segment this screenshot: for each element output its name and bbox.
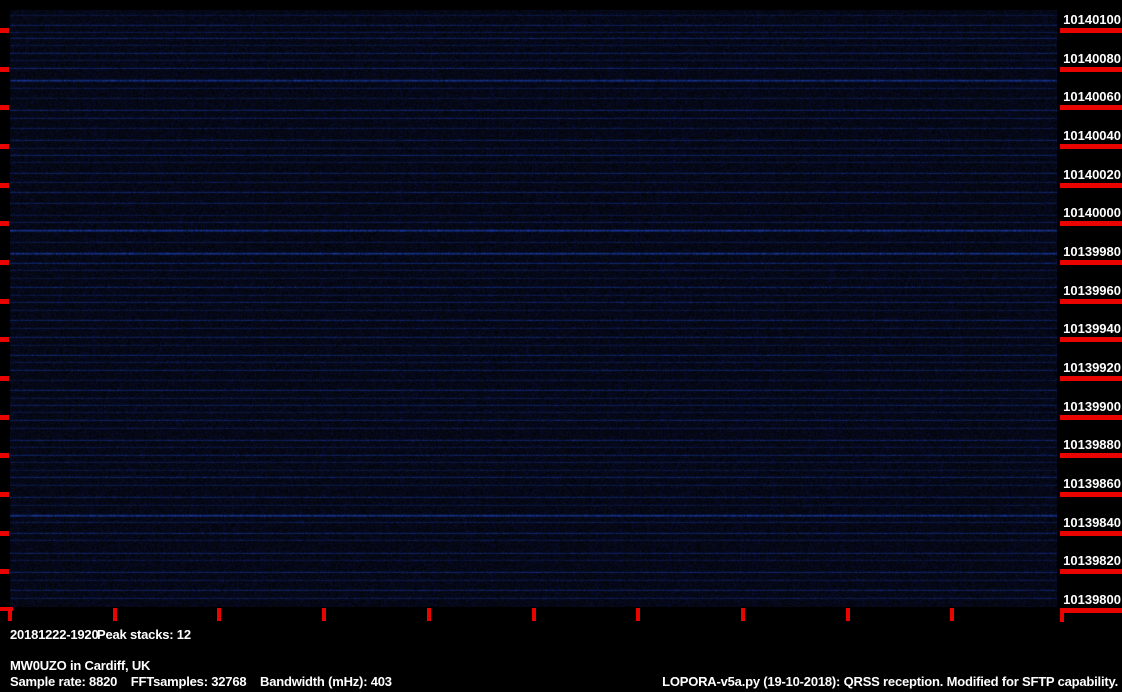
left-tick xyxy=(0,183,9,188)
freq-tick-label: 10139940 xyxy=(1063,321,1121,336)
qrss-grabber-screen: 10140100 10140080 10140060 10140040 10140020… xyxy=(0,0,1122,692)
freq-tick-bar xyxy=(1060,531,1122,536)
left-tick xyxy=(0,453,9,458)
freq-tick-bar xyxy=(1060,260,1122,265)
freq-tick-bar xyxy=(1060,183,1122,188)
left-tick xyxy=(0,221,9,226)
freq-tick-bar xyxy=(1060,608,1122,613)
freq-tick-label: 10139920 xyxy=(1063,360,1121,375)
left-tick xyxy=(0,376,9,381)
left-tick xyxy=(0,67,9,72)
capture-timestamp: 20181222-1920 xyxy=(10,627,99,642)
left-tick xyxy=(0,492,9,497)
freq-tick-label: 10140100 xyxy=(1063,12,1121,27)
time-tick xyxy=(217,608,221,621)
left-tick xyxy=(0,144,9,149)
frequency-axis: 10140100 10140080 10140060 10140040 10140020… xyxy=(1060,0,1122,692)
time-tick xyxy=(113,608,117,621)
freq-tick-label: 10140020 xyxy=(1063,167,1121,182)
freq-tick-label: 10139960 xyxy=(1063,283,1121,298)
time-tick xyxy=(741,608,745,621)
left-tick xyxy=(0,260,9,265)
freq-tick-bar xyxy=(1060,453,1122,458)
freq-tick-bar xyxy=(1060,299,1122,304)
freq-tick-bar xyxy=(1060,144,1122,149)
left-tick xyxy=(0,531,9,536)
time-tick xyxy=(532,608,536,621)
software-version-label: LOPORA-v5a.py (19-10-2018): QRSS recepti… xyxy=(662,674,1118,689)
freq-tick-bar xyxy=(1060,28,1122,33)
left-tick xyxy=(0,415,9,420)
time-tick xyxy=(636,608,640,621)
freq-tick-label: 10139840 xyxy=(1063,515,1121,530)
left-tick xyxy=(0,569,9,574)
freq-tick-bar xyxy=(1060,105,1122,110)
left-tick xyxy=(0,299,9,304)
peak-stacks-label: Peak stacks: 12 xyxy=(97,627,191,642)
freq-tick-label: 10140060 xyxy=(1063,89,1121,104)
freq-tick-bar xyxy=(1060,337,1122,342)
freq-tick-label: 10140000 xyxy=(1063,205,1121,220)
freq-tick-label: 10139860 xyxy=(1063,476,1121,491)
freq-tick-label: 10139900 xyxy=(1063,399,1121,414)
freq-tick-label: 10140080 xyxy=(1063,51,1121,66)
freq-tick-label: 10140040 xyxy=(1063,128,1121,143)
freq-tick-label: 10139980 xyxy=(1063,244,1121,259)
freq-tick-bar xyxy=(1060,415,1122,420)
time-tick xyxy=(846,608,850,621)
freq-tick-label: 10139820 xyxy=(1063,553,1121,568)
freq-tick-bar xyxy=(1060,492,1122,497)
left-tick xyxy=(0,105,9,110)
freq-tick-bar xyxy=(1060,221,1122,226)
station-label: MW0UZO in Cardiff, UK xyxy=(10,658,151,673)
spectrogram-canvas xyxy=(10,10,1057,607)
freq-tick-bar xyxy=(1060,67,1122,72)
freq-tick-label: 10139880 xyxy=(1063,437,1121,452)
freq-tick-label: 10139800 xyxy=(1063,592,1121,607)
left-tick xyxy=(0,28,9,33)
freq-tick-bar xyxy=(1060,569,1122,574)
left-tick xyxy=(0,337,9,342)
time-tick xyxy=(950,608,954,621)
time-tick xyxy=(427,608,431,621)
axis-corner-bottom-right-v xyxy=(1060,611,1064,622)
time-tick xyxy=(322,608,326,621)
axis-corner-bottom-left-v xyxy=(8,607,12,621)
freq-tick-bar xyxy=(1060,376,1122,381)
capture-params: Sample rate: 8820 FFTsamples: 32768 Band… xyxy=(10,674,392,689)
